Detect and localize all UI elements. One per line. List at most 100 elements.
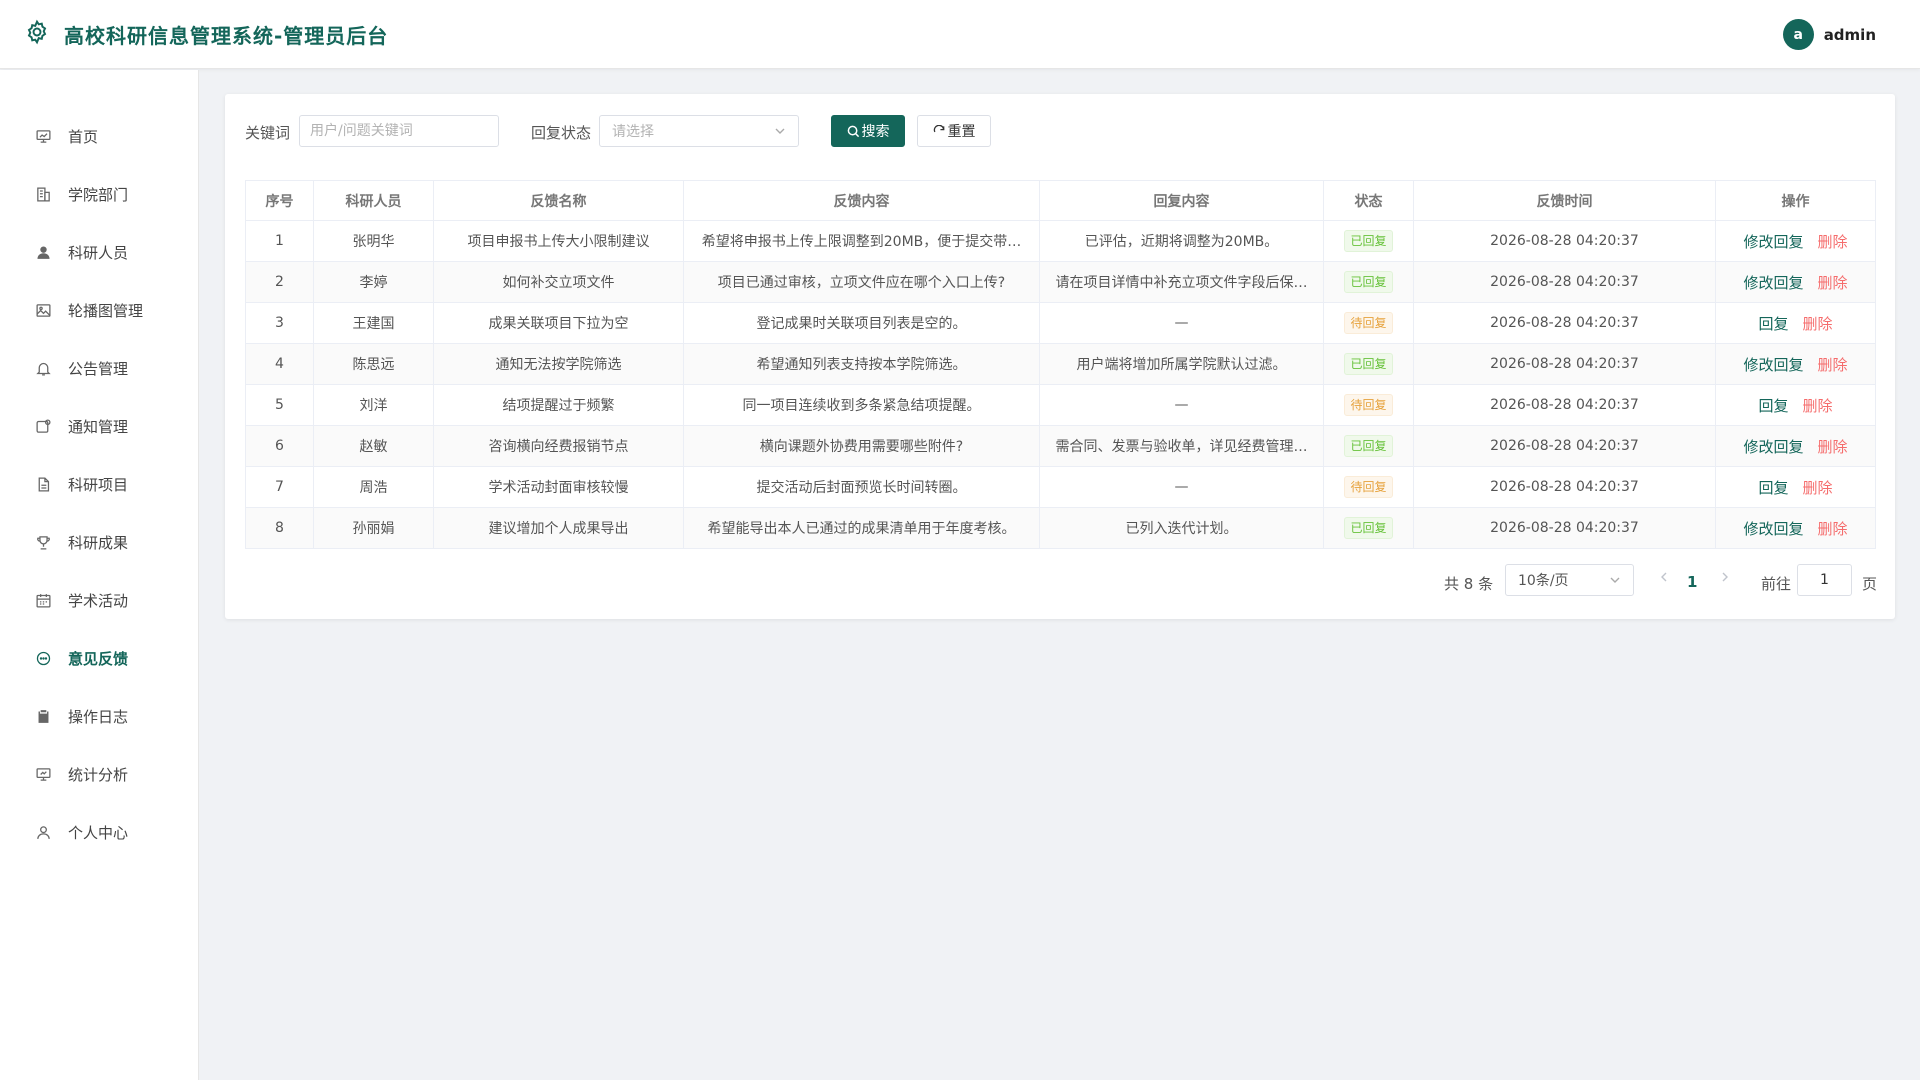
status-select[interactable]: 请选择 bbox=[599, 115, 799, 147]
search-button[interactable]: 搜索 bbox=[831, 115, 905, 147]
actions-cell: 回复 删除 bbox=[1715, 384, 1876, 426]
table-row: 6 赵敏 咨询横向经费报销节点 横向课题外协费用需要哪些附件? 需合同、发票与验… bbox=[245, 425, 1876, 467]
edit-reply-button[interactable]: 修改回复 bbox=[1743, 438, 1803, 456]
page-number-current[interactable]: 1 bbox=[1687, 573, 1697, 591]
reply-button[interactable]: 回复 bbox=[1758, 315, 1788, 333]
reset-button[interactable]: 重置 bbox=[917, 115, 991, 147]
prev-page-button[interactable] bbox=[1658, 571, 1670, 587]
status-label: 回复状态 bbox=[531, 124, 592, 142]
edit-reply-button[interactable]: 修改回复 bbox=[1743, 356, 1803, 374]
status-badge: 待回复 bbox=[1344, 394, 1393, 416]
delete-button[interactable]: 删除 bbox=[1818, 438, 1848, 456]
chevron-left-icon bbox=[1658, 571, 1670, 587]
row-number: 5 bbox=[245, 384, 314, 426]
sidebar-item-label: 意见反馈 bbox=[68, 649, 129, 668]
researcher-name: 陈思远 bbox=[313, 343, 434, 385]
feedback-time: 2026-08-28 04:20:37 bbox=[1413, 343, 1716, 385]
sidebar-item-feedback[interactable]: 意见反馈 bbox=[0, 638, 199, 678]
sidebar-item-label: 科研人员 bbox=[68, 243, 129, 262]
trophy-icon bbox=[34, 533, 52, 551]
document-icon bbox=[34, 475, 52, 493]
chevron-down-icon bbox=[1609, 574, 1621, 590]
username[interactable]: admin bbox=[1824, 26, 1876, 44]
sidebar-item-activities[interactable]: 学术活动 bbox=[0, 580, 199, 620]
app-title: 高校科研信息管理系统-管理员后台 bbox=[64, 23, 389, 48]
brand: 高校科研信息管理系统-管理员后台 bbox=[24, 19, 388, 49]
researcher-name: 赵敏 bbox=[313, 425, 434, 467]
reply-content: 请在项目详情中补充立项文件字段后保… bbox=[1039, 261, 1324, 303]
sidebar-item-home[interactable]: 首页 bbox=[0, 116, 199, 156]
actions-cell: 修改回复 删除 bbox=[1715, 220, 1876, 262]
row-number: 1 bbox=[245, 220, 314, 262]
calendar-icon bbox=[34, 591, 52, 609]
feedback-time: 2026-08-28 04:20:37 bbox=[1413, 384, 1716, 426]
column-header: 反馈内容 bbox=[683, 180, 1040, 221]
feedback-content: 希望通知列表支持按本学院筛选。 bbox=[683, 343, 1040, 385]
reply-content: 用户端将增加所属学院默认过滤。 bbox=[1039, 343, 1324, 385]
goto-page-input[interactable] bbox=[1797, 564, 1852, 596]
delete-button[interactable]: 删除 bbox=[1803, 315, 1833, 333]
sidebar-item-label: 统计分析 bbox=[68, 765, 129, 784]
delete-button[interactable]: 删除 bbox=[1818, 274, 1848, 292]
feedback-content: 希望能导出本人已通过的成果清单用于年度考核。 bbox=[683, 507, 1040, 549]
reply-button[interactable]: 回复 bbox=[1758, 397, 1788, 415]
sidebar: 首页 学院部门 科研人员 轮播图管理 公告管理 通知管理 科研项目 科研成果 学… bbox=[0, 70, 199, 1080]
edit-reply-button[interactable]: 修改回复 bbox=[1743, 274, 1803, 292]
actions-cell: 修改回复 删除 bbox=[1715, 261, 1876, 303]
status-cell: 已回复 bbox=[1323, 425, 1414, 467]
sidebar-item-projects[interactable]: 科研项目 bbox=[0, 464, 199, 504]
sidebar-item-label: 操作日志 bbox=[68, 707, 129, 726]
user-menu[interactable]: a admin bbox=[1782, 19, 1876, 50]
sidebar-item-label: 通知管理 bbox=[68, 417, 129, 436]
sidebar-item-notices[interactable]: 通知管理 bbox=[0, 406, 199, 446]
table-row: 3 王建国 成果关联项目下拉为空 登记成果时关联项目列表是空的。 — 待回复 2… bbox=[245, 302, 1876, 344]
feedback-title: 项目申报书上传大小限制建议 bbox=[433, 220, 684, 262]
actions-cell: 回复 删除 bbox=[1715, 466, 1876, 508]
keyword-input[interactable] bbox=[299, 115, 499, 147]
sidebar-item-label: 公告管理 bbox=[68, 359, 129, 378]
reply-button[interactable]: 回复 bbox=[1758, 479, 1788, 497]
status-badge: 已回复 bbox=[1344, 353, 1393, 375]
row-number: 3 bbox=[245, 302, 314, 344]
feedback-title: 学术活动封面审核较慢 bbox=[433, 466, 684, 508]
feedback-time: 2026-08-28 04:20:37 bbox=[1413, 466, 1716, 508]
feedback-title: 如何补交立项文件 bbox=[433, 261, 684, 303]
delete-button[interactable]: 删除 bbox=[1818, 233, 1848, 251]
sidebar-item-label: 个人中心 bbox=[68, 823, 129, 842]
page-size-select[interactable]: 10条/页 bbox=[1505, 564, 1634, 596]
sidebar-item-label: 学院部门 bbox=[68, 185, 129, 204]
feedback-title: 成果关联项目下拉为空 bbox=[433, 302, 684, 344]
edit-reply-button[interactable]: 修改回复 bbox=[1743, 520, 1803, 538]
sidebar-item-profile[interactable]: 个人中心 bbox=[0, 812, 199, 852]
sidebar-item-researchers[interactable]: 科研人员 bbox=[0, 232, 199, 272]
sidebar-item-achievements[interactable]: 科研成果 bbox=[0, 522, 199, 562]
reply-content: — bbox=[1039, 302, 1324, 344]
sidebar-item-carousel[interactable]: 轮播图管理 bbox=[0, 290, 199, 330]
table-row: 2 李婷 如何补交立项文件 项目已通过审核，立项文件应在哪个入口上传? 请在项目… bbox=[245, 261, 1876, 303]
page-suffix: 页 bbox=[1862, 575, 1878, 593]
sidebar-item-announcements[interactable]: 公告管理 bbox=[0, 348, 199, 388]
delete-button[interactable]: 删除 bbox=[1818, 356, 1848, 374]
edit-reply-button[interactable]: 修改回复 bbox=[1743, 233, 1803, 251]
delete-button[interactable]: 删除 bbox=[1818, 520, 1848, 538]
table-row: 8 孙丽娟 建议增加个人成果导出 希望能导出本人已通过的成果清单用于年度考核。 … bbox=[245, 507, 1876, 549]
feedback-card: 关键词 回复状态 请选择 搜索 重置 序号 科研人员 反馈名称 反馈内容 回复内… bbox=[225, 94, 1895, 619]
refresh-icon bbox=[933, 124, 946, 138]
sidebar-item-departments[interactable]: 学院部门 bbox=[0, 174, 199, 214]
bell-icon bbox=[34, 359, 52, 377]
reply-content: — bbox=[1039, 466, 1324, 508]
sidebar-item-logs[interactable]: 操作日志 bbox=[0, 696, 199, 736]
avatar[interactable]: a bbox=[1782, 19, 1814, 50]
next-page-button[interactable] bbox=[1719, 571, 1731, 587]
notice-icon bbox=[34, 417, 52, 435]
reply-content: 已列入迭代计划。 bbox=[1039, 507, 1324, 549]
status-badge: 待回复 bbox=[1344, 476, 1393, 498]
sidebar-item-label: 学术活动 bbox=[68, 591, 129, 610]
feedback-content: 提交活动后封面预览长时间转圈。 bbox=[683, 466, 1040, 508]
status-badge: 已回复 bbox=[1344, 271, 1393, 293]
row-number: 4 bbox=[245, 343, 314, 385]
clipboard-icon bbox=[34, 707, 52, 725]
delete-button[interactable]: 删除 bbox=[1803, 397, 1833, 415]
delete-button[interactable]: 删除 bbox=[1803, 479, 1833, 497]
sidebar-item-statistics[interactable]: 统计分析 bbox=[0, 754, 199, 794]
